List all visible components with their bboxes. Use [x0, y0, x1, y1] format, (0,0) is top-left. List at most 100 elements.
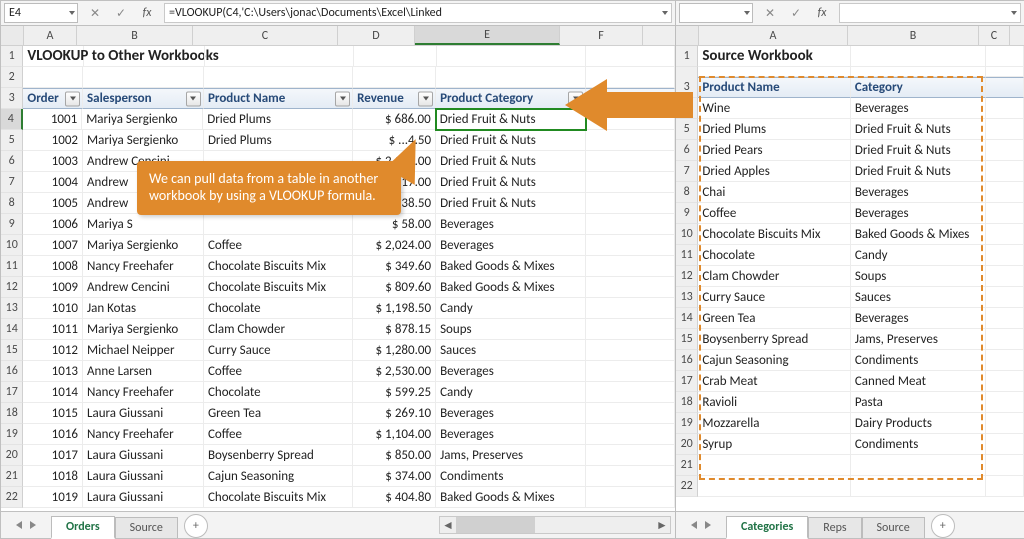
dropdown-icon[interactable] [744, 11, 750, 15]
cell-product[interactable]: Chocolate [204, 382, 353, 403]
sheet-tab-categories[interactable]: Categories [726, 516, 808, 539]
nav-next-icon[interactable] [30, 521, 36, 529]
cell-product[interactable]: Boysenberry Spread [204, 445, 353, 466]
cell-category[interactable]: Beverages [851, 308, 986, 329]
cell-product[interactable]: Chocolate [698, 245, 851, 266]
cell-category[interactable] [851, 476, 986, 497]
sheet-tab-source[interactable]: Source [115, 517, 178, 538]
nav-prev-icon[interactable] [691, 521, 697, 529]
row-header[interactable]: 19 [676, 413, 698, 434]
row-header[interactable]: 2 [1, 67, 23, 88]
col-header-b[interactable]: B [848, 26, 979, 45]
cell-category[interactable]: Dried Fruit & Nuts [436, 130, 586, 151]
row-header[interactable]: 22 [1, 487, 23, 508]
filter-icon[interactable] [418, 91, 433, 106]
cell-product[interactable]: Chocolate Biscuits Mix [204, 277, 353, 298]
cell-product[interactable]: Cajun Seasoning [204, 466, 353, 487]
filter-icon[interactable] [335, 91, 350, 106]
cell-category[interactable]: Beverages [436, 424, 586, 445]
name-box[interactable]: E4 [4, 3, 78, 23]
col-header-e[interactable]: E [415, 26, 560, 45]
col-header-a[interactable]: A [24, 26, 77, 45]
cell-order[interactable]: 1010 [23, 298, 83, 319]
row-header[interactable]: 16 [1, 361, 23, 382]
cell-category[interactable]: Beverages [851, 203, 986, 224]
th-product[interactable]: Product Name [204, 88, 353, 109]
cell-order[interactable]: 1011 [23, 319, 83, 340]
cell-product[interactable]: Coffee [204, 361, 353, 382]
cell-order[interactable]: 1002 [23, 130, 83, 151]
row-header[interactable]: 18 [676, 392, 698, 413]
row-header[interactable]: 6 [676, 140, 698, 161]
cell-revenue[interactable]: $ 850.00 [353, 445, 436, 466]
cell-product[interactable]: Crab Meat [698, 371, 851, 392]
row-header[interactable]: 10 [1, 235, 23, 256]
cell-order[interactable]: 1001 [23, 109, 83, 130]
cell-category[interactable]: Beverages [436, 361, 586, 382]
cell-product[interactable]: Dried Apples [698, 161, 851, 182]
row-header[interactable]: 10 [676, 224, 698, 245]
cell-category[interactable]: Beverages [436, 235, 586, 256]
col-header-b[interactable]: B [77, 26, 193, 45]
cell-product[interactable]: Chocolate [204, 298, 353, 319]
cell-order[interactable]: 1016 [23, 424, 83, 445]
cell-category[interactable]: Dried Fruit & Nuts [436, 151, 586, 172]
cell-salesperson[interactable]: Laura Giussani [83, 445, 204, 466]
row-header[interactable]: 11 [676, 245, 698, 266]
row-header[interactable]: 21 [1, 466, 23, 487]
cell-revenue[interactable]: $ 269.10 [353, 403, 436, 424]
cell-revenue[interactable]: $ 2,024.00 [353, 235, 436, 256]
filter-icon[interactable] [186, 91, 201, 106]
cell-order[interactable]: 1005 [23, 193, 83, 214]
row-header[interactable]: 6 [1, 151, 23, 172]
cell-category[interactable]: Beverages [436, 403, 586, 424]
cell-salesperson[interactable]: Laura Giussani [83, 466, 204, 487]
cell-product[interactable]: Cajun Seasoning [698, 350, 851, 371]
cell-product[interactable]: Chai [698, 182, 851, 203]
cell-revenue[interactable]: $ 2,530.00 [353, 361, 436, 382]
row-header[interactable]: 20 [1, 445, 23, 466]
sheet-tab-reps[interactable]: Reps [808, 517, 861, 538]
cell-product[interactable]: Syrup [698, 434, 851, 455]
cell-salesperson[interactable]: Mariya S [83, 214, 204, 235]
row-header[interactable]: 8 [1, 193, 23, 214]
cell-revenue[interactable]: $ 686.00 [353, 109, 436, 130]
th-order[interactable]: Order [23, 88, 83, 109]
cell-order[interactable]: 1012 [23, 340, 83, 361]
cell-revenue[interactable]: $ 349.60 [353, 256, 436, 277]
confirm-icon[interactable]: ✓ [112, 4, 130, 22]
cell-order[interactable]: 1017 [23, 445, 83, 466]
filter-icon[interactable] [65, 91, 80, 106]
cell-revenue[interactable]: $ 1,104.00 [353, 424, 436, 445]
row-header[interactable]: 16 [676, 350, 698, 371]
row-header[interactable]: 1 [1, 46, 23, 67]
select-all-corner[interactable] [1, 26, 24, 45]
cell-revenue[interactable]: $ 599.25 [353, 382, 436, 403]
cell-category[interactable]: Dried Fruit & Nuts [851, 140, 986, 161]
col-header-c[interactable]: C [979, 26, 1010, 45]
cell-product[interactable]: Clam Chowder [204, 319, 353, 340]
row-header[interactable]: 4 [1, 109, 23, 130]
th-salesperson[interactable]: Salesperson [83, 88, 204, 109]
cell-product[interactable]: Chocolate Biscuits Mix [204, 256, 353, 277]
cell-category[interactable]: Dried Fruit & Nuts [851, 161, 986, 182]
cell-salesperson[interactable]: Mariya Sergienko [83, 319, 204, 340]
cell-salesperson[interactable]: Andrew Cencini [83, 277, 204, 298]
cell-product[interactable]: Green Tea [698, 308, 851, 329]
cell-category[interactable]: Beverages [436, 214, 586, 235]
cell-category[interactable]: Condiments [851, 434, 986, 455]
cell-order[interactable]: 1008 [23, 256, 83, 277]
cell-category[interactable]: Soups [851, 266, 986, 287]
th-revenue[interactable]: Revenue [353, 88, 436, 109]
row-header[interactable]: 7 [1, 172, 23, 193]
row-header[interactable]: 15 [676, 329, 698, 350]
cell-revenue[interactable]: $ 404.80 [353, 487, 436, 508]
cell-product[interactable]: Chocolate Biscuits Mix [698, 224, 851, 245]
cell-salesperson[interactable]: Mariya Sergienko [83, 235, 204, 256]
cell-category[interactable]: Jams, Preserves [436, 445, 586, 466]
cell-product[interactable] [698, 476, 851, 497]
row-header[interactable]: 3 [1, 88, 23, 109]
cell-salesperson[interactable]: Nancy Freehafer [83, 424, 204, 445]
tab-nav[interactable] [1, 512, 51, 538]
cell-product[interactable]: Curry Sauce [698, 287, 851, 308]
